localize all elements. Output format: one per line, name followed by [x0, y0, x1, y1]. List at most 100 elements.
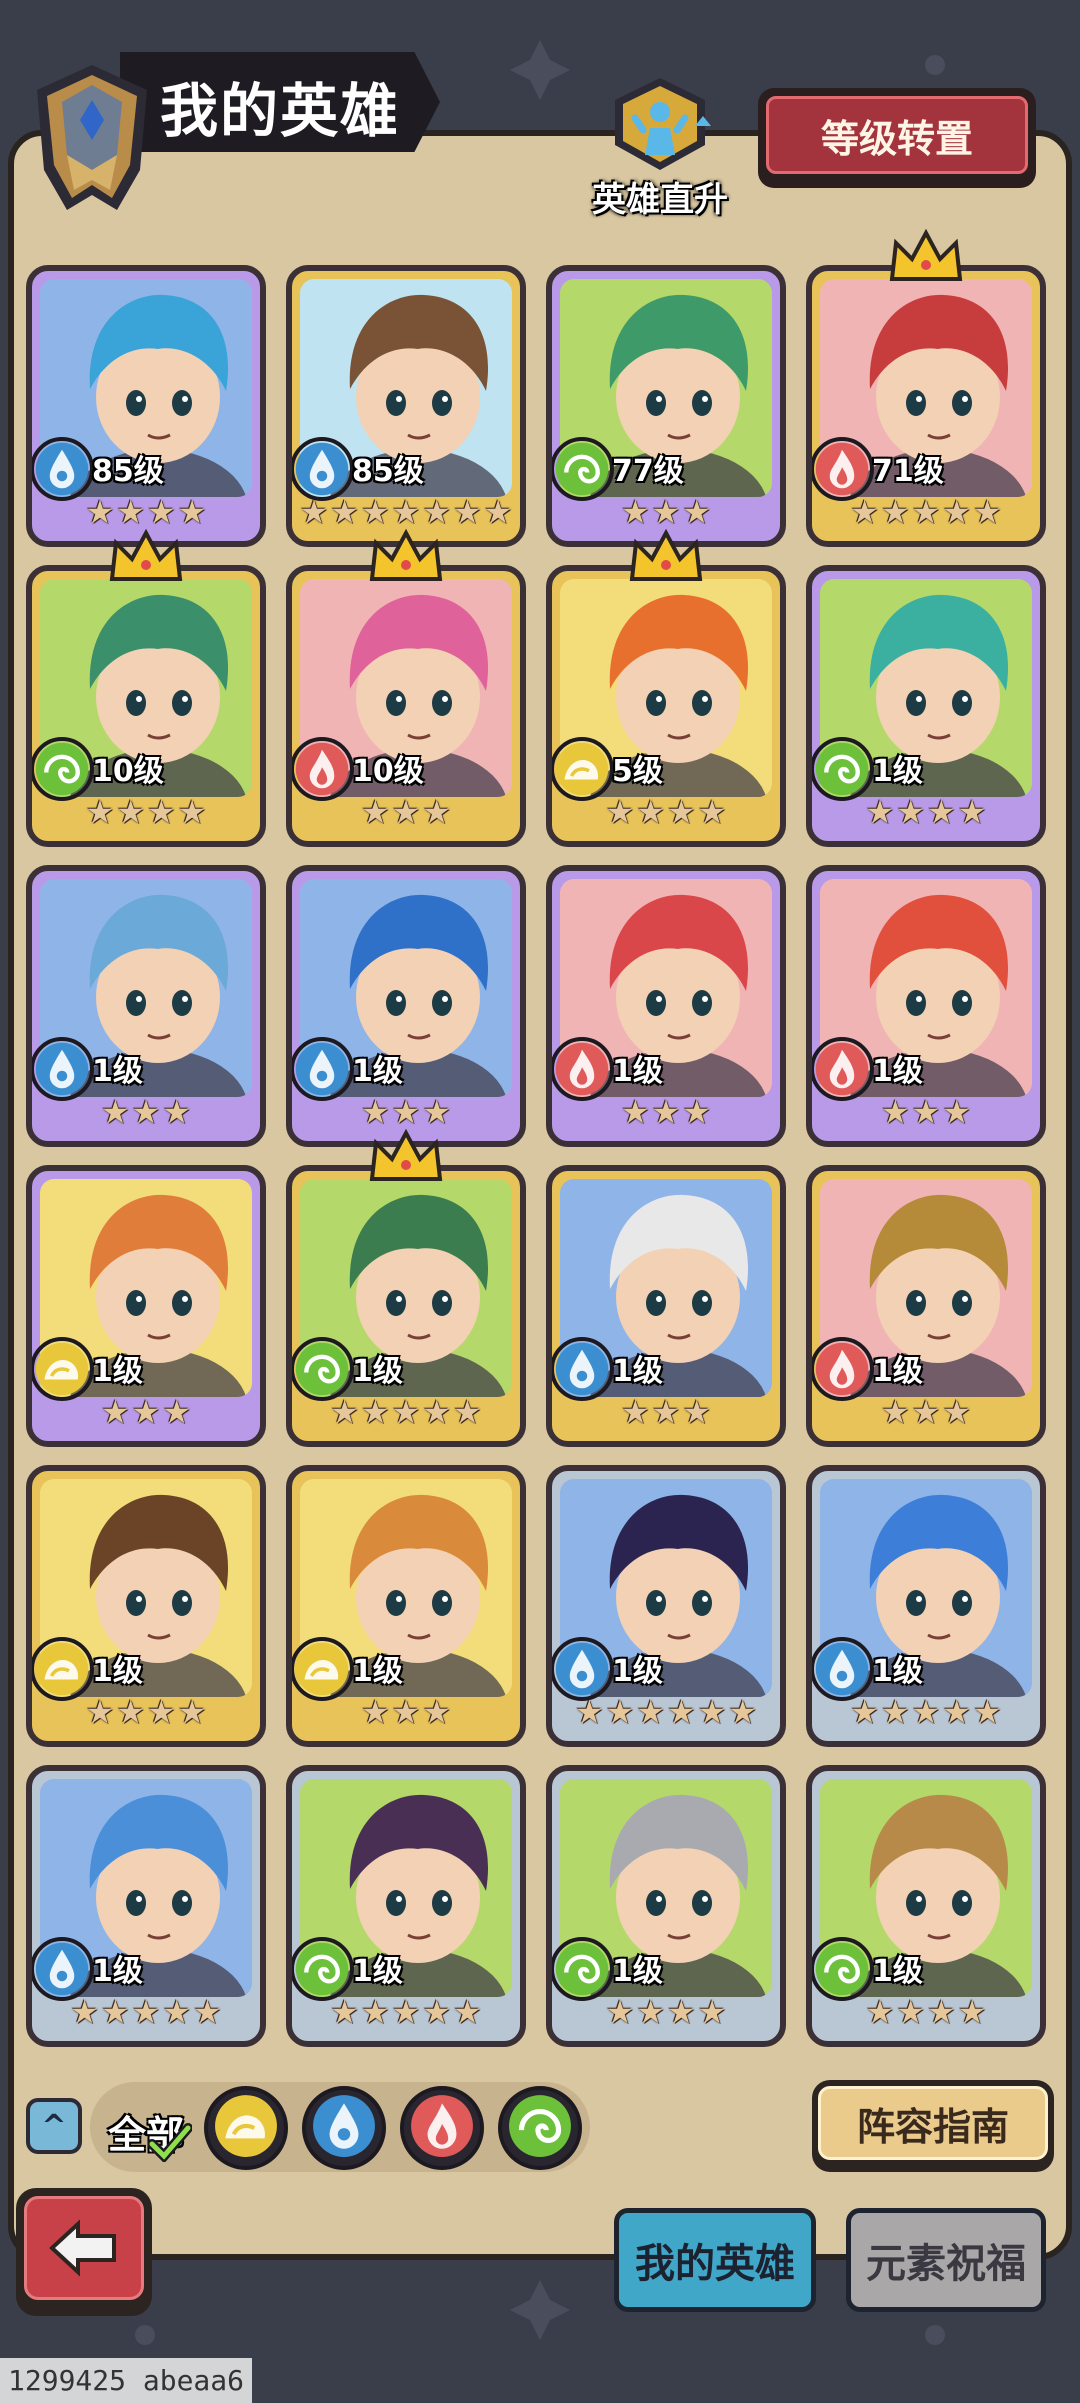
star-icon: ★: [574, 1693, 604, 1731]
star-icon: ★: [360, 1093, 390, 1131]
level-reset-button[interactable]: 等级转置: [758, 88, 1036, 188]
star-icon: ★: [131, 1093, 161, 1131]
star-icon: ★: [391, 1993, 421, 2031]
hero-card[interactable]: 1级 ★ ★ ★: [806, 865, 1046, 1147]
hero-card[interactable]: 10级 ★ ★ ★: [286, 565, 526, 847]
hero-card[interactable]: 1级 ★ ★ ★ ★: [806, 565, 1046, 847]
star-rating: ★ ★ ★: [812, 1083, 1040, 1141]
star-icon: ★: [896, 793, 925, 831]
hero-card[interactable]: 1级 ★ ★ ★: [806, 1165, 1046, 1447]
hero-card[interactable]: 1级 ★ ★ ★: [286, 865, 526, 1147]
star-icon: ★: [177, 1693, 207, 1731]
star-icon: ★: [880, 1693, 910, 1731]
hero-card[interactable]: 5级 ★ ★ ★ ★: [546, 565, 786, 847]
hero-card[interactable]: 71级 ★ ★ ★ ★ ★: [806, 265, 1046, 547]
helmet-icon: [37, 65, 147, 210]
hero-card[interactable]: 1级 ★ ★ ★ ★ ★: [806, 1465, 1046, 1747]
star-icon: ★: [116, 493, 145, 531]
star-icon: ★: [957, 1993, 987, 2031]
hero-card[interactable]: 1级 ★ ★ ★ ★: [26, 1465, 266, 1747]
hero-card[interactable]: 77级 ★ ★ ★: [546, 265, 786, 547]
hero-card[interactable]: 1级 ★ ★ ★ ★ ★: [286, 1765, 526, 2047]
star-icon: ★: [605, 1993, 635, 2031]
star-icon: ★: [100, 1393, 130, 1431]
star-icon: ★: [942, 1693, 972, 1731]
star-icon: ★: [131, 1393, 161, 1431]
star-icon: ★: [453, 1393, 482, 1431]
hero-card[interactable]: 85级 ★ ★ ★ ★: [26, 265, 266, 547]
star-icon: ★: [131, 1993, 161, 2031]
filter-water-button[interactable]: [302, 2086, 386, 2170]
star-icon: ★: [116, 793, 145, 831]
star-rating: ★ ★ ★ ★ ★: [812, 1683, 1040, 1741]
star-icon: ★: [162, 1093, 192, 1131]
star-icon: ★: [605, 793, 635, 831]
hero-card[interactable]: 1级 ★ ★ ★: [546, 865, 786, 1147]
back-arrow-icon: [49, 2219, 116, 2277]
star-rating: ★ ★ ★ ★ ★: [32, 1983, 260, 2041]
lineup-guide-button[interactable]: 阵容指南: [812, 2080, 1054, 2172]
hero-card[interactable]: 1级 ★ ★ ★: [26, 865, 266, 1147]
hero-card[interactable]: 1级 ★ ★ ★: [26, 1165, 266, 1447]
star-rating: ★ ★ ★ ★: [812, 1983, 1040, 2041]
star-icon: ★: [85, 493, 115, 531]
direct-upgrade-label: 英雄直升: [592, 180, 728, 220]
star-rating: ★ ★ ★: [552, 1383, 780, 1441]
hero-direct-upgrade-button[interactable]: 英雄直升: [585, 70, 735, 220]
star-icon: ★: [880, 1093, 910, 1131]
star-icon: ★: [391, 1693, 421, 1731]
star-icon: ★: [422, 1693, 452, 1731]
hero-card[interactable]: 1级 ★ ★ ★ ★: [806, 1765, 1046, 2047]
wood-icon: [507, 2093, 573, 2163]
star-icon: ★: [651, 493, 681, 531]
hero-card[interactable]: 1级 ★ ★ ★: [546, 1165, 786, 1447]
hero-card[interactable]: 1级 ★ ★ ★: [286, 1465, 526, 1747]
star-icon: ★: [391, 1093, 421, 1131]
star-rating: ★ ★ ★ ★ ★ ★: [552, 1683, 780, 1741]
star-icon: ★: [100, 1993, 130, 2031]
star-rating: ★ ★ ★ ★ ★: [292, 1983, 520, 2041]
filter-wood-button[interactable]: [498, 2086, 582, 2170]
star-icon: ★: [360, 793, 390, 831]
star-icon: ★: [636, 1693, 665, 1731]
collapse-up-button[interactable]: ^: [26, 2098, 82, 2154]
star-icon: ★: [667, 793, 696, 831]
page-title: 我的英雄: [160, 77, 401, 145]
star-icon: ★: [422, 1993, 452, 2031]
star-icon: ★: [942, 1093, 972, 1131]
back-button[interactable]: [16, 2188, 152, 2316]
hero-card[interactable]: 1级 ★ ★ ★ ★: [546, 1765, 786, 2047]
star-icon: ★: [973, 1693, 1002, 1731]
hero-card[interactable]: 85级 ★ ★ ★ ★ ★ ★ ★: [286, 265, 526, 547]
watermark-text: 1299425 abeaa6: [0, 2358, 253, 2403]
star-icon: ★: [422, 1393, 452, 1431]
star-icon: ★: [667, 1993, 696, 2031]
hero-card[interactable]: 10级 ★ ★ ★ ★: [26, 565, 266, 847]
star-icon: ★: [85, 1693, 115, 1731]
filter-fire-button[interactable]: [400, 2086, 484, 2170]
crown-icon: [629, 528, 703, 581]
star-icon: ★: [880, 1393, 910, 1431]
hero-card[interactable]: 1级 ★ ★ ★ ★ ★: [286, 1165, 526, 1447]
tab-element-blessing[interactable]: 元素祝福: [846, 2208, 1046, 2312]
star-icon: ★: [391, 1393, 421, 1431]
star-rating: ★ ★ ★: [292, 783, 520, 841]
star-icon: ★: [942, 1393, 972, 1431]
star-icon: ★: [147, 793, 176, 831]
star-icon: ★: [682, 1393, 712, 1431]
star-icon: ★: [177, 493, 207, 531]
star-icon: ★: [942, 493, 972, 531]
star-icon: ★: [116, 1693, 145, 1731]
star-icon: ★: [973, 493, 1002, 531]
filter-earth-button[interactable]: [204, 2086, 288, 2170]
tab-my-heroes[interactable]: 我的英雄: [614, 2208, 816, 2312]
star-rating: ★ ★ ★ ★: [552, 783, 780, 841]
star-icon: ★: [651, 1393, 681, 1431]
hero-card[interactable]: 1级 ★ ★ ★ ★ ★ ★: [546, 1465, 786, 1747]
hero-card[interactable]: 1级 ★ ★ ★ ★ ★: [26, 1765, 266, 2047]
level-reset-label: 等级转置: [766, 96, 1028, 174]
star-icon: ★: [147, 1693, 176, 1731]
star-icon: ★: [177, 793, 207, 831]
crown-icon: [889, 228, 963, 281]
star-rating: ★ ★ ★ ★: [812, 783, 1040, 841]
